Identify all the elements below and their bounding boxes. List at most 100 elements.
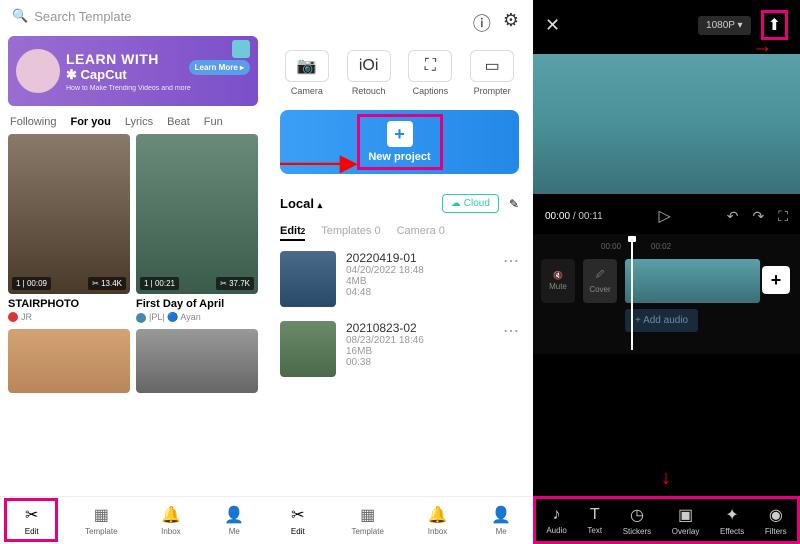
- nav-template[interactable]: ▦Template: [85, 505, 117, 536]
- template-thumb: 1 | 00:09 ✂ 13.4K: [8, 134, 130, 294]
- bell-icon: 🔔: [428, 505, 448, 525]
- text-icon: T: [590, 506, 600, 524]
- add-clip-button[interactable]: +: [762, 266, 790, 294]
- add-audio-button[interactable]: + Add audio: [625, 309, 698, 332]
- more-icon[interactable]: ⋯: [503, 251, 519, 271]
- time-display: 00:00 / 00:11: [545, 211, 603, 222]
- proj-tab-edit[interactable]: Edit2: [280, 225, 305, 241]
- playhead[interactable]: [631, 238, 633, 350]
- thumb-badge: 1 | 00:09: [12, 277, 51, 290]
- tool-camera[interactable]: 📷Camera: [285, 50, 329, 96]
- learn-more-button[interactable]: Learn More ▸: [189, 60, 250, 75]
- editor-toolbar: ♪Audio TText ◷Stickers ▣Overlay ✦Effects…: [533, 496, 800, 544]
- proj-tab-camera[interactable]: Camera 0: [397, 225, 445, 241]
- tab-for-you[interactable]: For you: [70, 116, 110, 128]
- search-icon: 🔍: [12, 8, 28, 24]
- more-icon[interactable]: ⋯: [503, 321, 519, 341]
- cloud-button[interactable]: ☁ Cloud: [442, 194, 499, 213]
- user-icon: 👤: [491, 505, 511, 525]
- nav-me[interactable]: 👤Me: [224, 505, 244, 536]
- overlay-icon: ▣: [678, 505, 693, 525]
- play-button[interactable]: ▷: [659, 206, 671, 226]
- tab-beat[interactable]: Beat: [167, 116, 190, 128]
- scissors-icon: ✂: [288, 505, 308, 525]
- mute-icon: 🔇: [553, 271, 563, 280]
- ruler-tick: 00:02: [651, 242, 671, 251]
- thumb-stat: ✂ 37.7K: [216, 277, 254, 290]
- search-bar[interactable]: 🔍 Search Template: [0, 0, 266, 32]
- nav-me[interactable]: 👤Me: [491, 505, 511, 536]
- settings-icon[interactable]: ⚙: [503, 10, 519, 36]
- captions-icon: ⛶: [408, 50, 452, 82]
- card-user: JR: [8, 312, 130, 322]
- close-icon[interactable]: ✕: [545, 15, 560, 36]
- template-card[interactable]: 1 | 00:09 ✂ 13.4K STAIRPHOTO JR: [8, 134, 130, 323]
- banner-desc: How to Make Trending Videos and more: [66, 85, 250, 92]
- mute-button[interactable]: 🔇Mute: [541, 259, 575, 303]
- template-thumb-small[interactable]: [136, 329, 258, 393]
- annotation-highlight: [4, 498, 58, 542]
- template-thumb-small[interactable]: [8, 329, 130, 393]
- tool-text[interactable]: TText: [587, 506, 602, 535]
- annotation-arrow: ———▶: [280, 150, 355, 176]
- thumb-badge: 1 | 00:21: [140, 277, 179, 290]
- learn-banner[interactable]: LEARN WITH ✱ CapCut How to Make Trending…: [8, 36, 258, 106]
- project-item[interactable]: 20210823-02 08/23/2021 18:46 16MB 00:38 …: [280, 321, 519, 377]
- bottom-nav: ✂Edit ▦Template 🔔Inbox 👤Me: [266, 496, 533, 544]
- chevron-up-icon: ▴: [318, 200, 323, 210]
- banner-avatar: [16, 49, 60, 93]
- redo-button[interactable]: ↷: [752, 208, 764, 225]
- nav-inbox[interactable]: 🔔Inbox: [161, 505, 181, 536]
- local-label[interactable]: Local ▴: [280, 196, 322, 211]
- tool-effects[interactable]: ✦Effects: [720, 505, 744, 536]
- user-avatar: [8, 312, 18, 322]
- tool-prompter[interactable]: ▭Prompter: [470, 50, 514, 96]
- proj-tab-templates[interactable]: Templates 0: [321, 225, 380, 241]
- annotation-highlight: [357, 114, 443, 170]
- edit-pencil-icon[interactable]: ✎: [509, 197, 519, 211]
- cover-icon: 🖉: [596, 269, 605, 283]
- video-preview[interactable]: [533, 54, 800, 194]
- card-title: STAIRPHOTO: [8, 298, 130, 310]
- project-thumb: [280, 321, 336, 377]
- banner-app-icon: [232, 40, 250, 58]
- nav-edit[interactable]: ✂Edit: [288, 505, 308, 536]
- prompter-icon: ▭: [470, 50, 514, 82]
- tool-audio[interactable]: ♪Audio: [546, 506, 566, 535]
- user-avatar: [136, 313, 146, 323]
- tab-fun[interactable]: Fun: [204, 116, 223, 128]
- effects-icon: ✦: [725, 505, 738, 525]
- nav-template[interactable]: ▦Template: [351, 505, 383, 536]
- cover-button[interactable]: 🖉Cover: [583, 259, 617, 303]
- tool-overlay[interactable]: ▣Overlay: [672, 505, 700, 536]
- tool-filters[interactable]: ◉Filters: [765, 505, 787, 536]
- card-user: |PL| 🔵 Ayan: [136, 312, 258, 323]
- tool-retouch[interactable]: iOiRetouch: [347, 50, 391, 96]
- fullscreen-button[interactable]: ⛶: [778, 208, 788, 225]
- audio-icon: ♪: [553, 506, 561, 524]
- ruler-tick: 00:00: [601, 242, 621, 251]
- filters-icon: ◉: [769, 505, 783, 525]
- tool-stickers[interactable]: ◷Stickers: [623, 505, 651, 536]
- project-item[interactable]: 20220419-01 04/20/2022 18:48 4MB 04:48 ⋯: [280, 251, 519, 307]
- user-icon: 👤: [224, 505, 244, 525]
- annotation-arrow: ↑: [751, 44, 774, 54]
- tab-lyrics[interactable]: Lyrics: [125, 116, 153, 128]
- export-button[interactable]: ⬆: [761, 10, 788, 40]
- template-card[interactable]: 1 | 00:21 ✂ 37.7K First Day of April |PL…: [136, 134, 258, 323]
- search-placeholder: Search Template: [34, 9, 131, 24]
- template-icon: ▦: [91, 505, 111, 525]
- tool-captions[interactable]: ⛶Captions: [408, 50, 452, 96]
- annotation-arrow: ↓: [661, 467, 671, 490]
- stickers-icon: ◷: [630, 505, 644, 525]
- help-icon[interactable]: ⓘ: [473, 10, 491, 36]
- tab-following[interactable]: Following: [10, 116, 56, 128]
- nav-inbox[interactable]: 🔔Inbox: [428, 505, 448, 536]
- timeline[interactable]: 00:00 00:02 🔇Mute 🖉Cover + + Add audio: [533, 234, 800, 354]
- undo-button[interactable]: ↶: [727, 208, 739, 225]
- card-title: First Day of April: [136, 298, 258, 310]
- thumb-stat: ✂ 13.4K: [88, 277, 126, 290]
- template-thumb: 1 | 00:21 ✂ 37.7K: [136, 134, 258, 294]
- resolution-button[interactable]: 1080P ▾: [698, 16, 751, 35]
- video-clip[interactable]: [625, 259, 760, 303]
